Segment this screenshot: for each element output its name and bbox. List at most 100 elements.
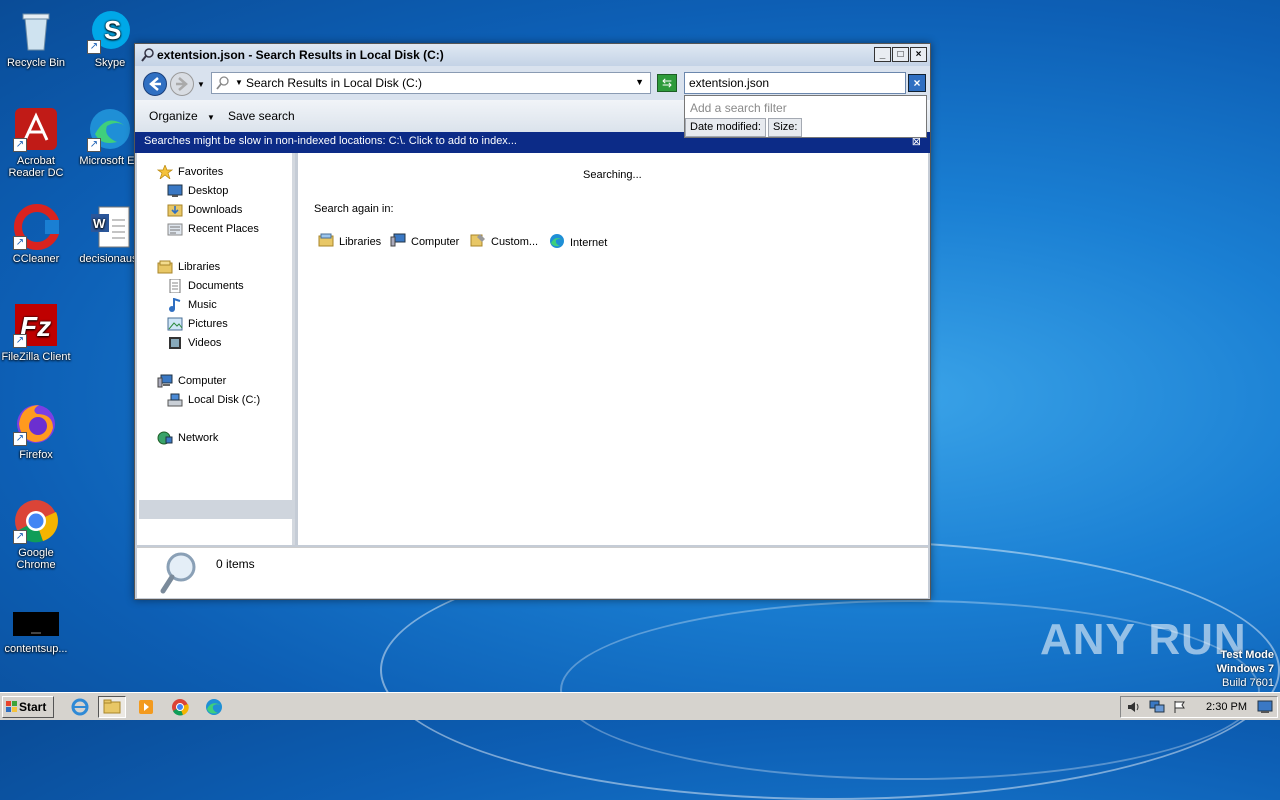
explorer-window: extentsion.json - Search Results in Loca… bbox=[134, 43, 931, 600]
details-pane: 0 items bbox=[137, 547, 928, 598]
music-icon bbox=[167, 297, 183, 312]
taskbar-media-player-button[interactable] bbox=[132, 696, 160, 718]
nav-item-computer[interactable]: Computer bbox=[157, 372, 226, 390]
videos-icon bbox=[167, 336, 183, 350]
desktop-icon-label: CCleaner bbox=[12, 253, 60, 265]
search-icon bbox=[141, 48, 155, 62]
desktop-icon-contentsup[interactable]: contentsup... bbox=[0, 608, 74, 655]
nav-item-label: Recent Places bbox=[188, 223, 259, 235]
taskbar: Start 2:30 PM bbox=[0, 692, 1280, 720]
save-search-button[interactable]: Save search bbox=[228, 109, 295, 123]
desktop-icon-firefox[interactable]: ↗ Firefox bbox=[0, 400, 74, 461]
watermark-line: Windows 7 bbox=[1216, 663, 1274, 675]
folder-icon bbox=[103, 699, 121, 714]
refresh-button[interactable]: ⇆ bbox=[657, 74, 677, 92]
network-tray-icon[interactable] bbox=[1149, 700, 1165, 717]
nav-item-label: Documents bbox=[188, 280, 244, 292]
shortcut-arrow-icon: ↗ bbox=[13, 236, 27, 250]
show-desktop-icon[interactable] bbox=[1257, 700, 1273, 717]
documents-icon bbox=[167, 278, 183, 294]
desktop-icon-chrome[interactable]: ↗ Google Chrome bbox=[0, 498, 74, 571]
organize-label: Organize bbox=[149, 109, 198, 123]
search-again-label: Search again in: bbox=[314, 203, 394, 215]
nav-item-desktop[interactable]: Desktop bbox=[167, 182, 228, 200]
back-arrow-icon bbox=[149, 77, 161, 91]
organize-button[interactable]: Organize ▼ bbox=[149, 109, 215, 123]
downloads-folder-icon bbox=[167, 203, 183, 217]
search-filter-hint: Add a search filter bbox=[690, 101, 787, 115]
search-again-label: Computer bbox=[411, 235, 460, 248]
computer-icon bbox=[390, 233, 406, 250]
nav-item-music[interactable]: Music bbox=[167, 296, 217, 314]
search-again-internet[interactable]: Internet bbox=[549, 233, 607, 252]
breadcrumb-chevron-icon[interactable]: ▼ bbox=[235, 78, 243, 87]
taskbar-chrome-button[interactable] bbox=[166, 696, 194, 718]
desktop-icon-recycle-bin[interactable]: Recycle Bin bbox=[0, 8, 74, 69]
back-button[interactable] bbox=[143, 72, 167, 96]
taskbar-edge-button[interactable] bbox=[200, 696, 228, 718]
action-center-flag-icon[interactable] bbox=[1173, 700, 1187, 717]
window-title: extentsion.json - Search Results in Loca… bbox=[157, 48, 444, 62]
volume-icon[interactable] bbox=[1127, 700, 1141, 717]
windows-logo-icon bbox=[6, 701, 18, 716]
pictures-icon bbox=[167, 317, 183, 331]
minimize-button[interactable]: _ bbox=[874, 47, 891, 62]
search-again-custom[interactable]: Custom... bbox=[470, 233, 538, 250]
nav-item-label: Libraries bbox=[178, 261, 221, 273]
taskbar-ie-button[interactable] bbox=[66, 696, 94, 718]
chrome-icon: ↗ bbox=[13, 498, 59, 544]
watermark-line: Test Mode bbox=[1220, 649, 1274, 661]
shortcut-arrow-icon: ↗ bbox=[13, 432, 27, 446]
close-button[interactable]: × bbox=[910, 47, 927, 62]
desktop-icon-label: contentsup... bbox=[4, 643, 68, 655]
start-label: Start bbox=[19, 700, 47, 714]
recent-places-icon bbox=[167, 222, 183, 236]
edge-icon: ↗ bbox=[87, 106, 133, 152]
internet-explorer-icon bbox=[71, 698, 89, 716]
title-bar[interactable]: extentsion.json - Search Results in Loca… bbox=[135, 44, 930, 66]
maximize-button[interactable]: □ bbox=[892, 47, 909, 62]
shortcut-arrow-icon: ↗ bbox=[13, 334, 27, 348]
nav-item-documents[interactable]: Documents bbox=[167, 277, 244, 295]
shortcut-arrow-icon: ↗ bbox=[13, 530, 27, 544]
nav-item-recent-places[interactable]: Recent Places bbox=[167, 220, 259, 238]
nav-item-libraries[interactable]: Libraries bbox=[157, 258, 220, 276]
address-dropdown-icon[interactable]: ▼ bbox=[635, 77, 644, 87]
clear-search-button[interactable]: × bbox=[908, 74, 926, 92]
search-again-libraries[interactable]: Libraries bbox=[318, 233, 381, 250]
edge-icon bbox=[549, 233, 565, 252]
filter-size[interactable]: Size: bbox=[768, 118, 803, 137]
navigation-pane: Favorites Desktop Downloads Recent Place… bbox=[137, 153, 295, 545]
svg-text:W: W bbox=[93, 216, 106, 231]
filter-date-modified[interactable]: Date modified: bbox=[685, 118, 766, 137]
refresh-icon: ⇆ bbox=[661, 76, 673, 90]
shortcut-arrow-icon: ↗ bbox=[87, 40, 101, 54]
search-again-computer[interactable]: Computer bbox=[390, 233, 459, 250]
forward-button[interactable] bbox=[170, 72, 194, 96]
word-doc-icon: W bbox=[87, 204, 133, 250]
desktop-icon-ccleaner[interactable]: ↗ CCleaner bbox=[0, 204, 74, 265]
address-field[interactable]: ▼ Search Results in Local Disk (C:) ▼ bbox=[211, 72, 651, 94]
network-icon bbox=[157, 431, 173, 445]
nav-item-pictures[interactable]: Pictures bbox=[167, 315, 228, 333]
recycle-bin-icon bbox=[13, 8, 59, 54]
nav-item-downloads[interactable]: Downloads bbox=[167, 201, 242, 219]
taskbar-explorer-button[interactable] bbox=[98, 696, 126, 718]
nav-item-local-disk[interactable]: Local Disk (C:) bbox=[167, 391, 260, 409]
start-button[interactable]: Start bbox=[2, 696, 54, 718]
libraries-icon bbox=[157, 260, 173, 274]
desktop-icon-label: Recycle Bin bbox=[6, 57, 66, 69]
nav-item-favorites[interactable]: Favorites bbox=[156, 163, 223, 181]
desktop-icon-filezilla[interactable]: Fz ↗ FileZilla Client bbox=[0, 302, 74, 363]
computer-icon bbox=[157, 374, 173, 388]
nav-item-videos[interactable]: Videos bbox=[167, 334, 221, 352]
nav-item-network[interactable]: Network bbox=[157, 429, 218, 447]
search-input[interactable]: extentsion.json bbox=[684, 72, 906, 94]
search-filter-dropdown: Add a search filter Date modified: Size: bbox=[684, 95, 927, 138]
desktop-icon-label: Google Chrome bbox=[16, 547, 56, 571]
recent-pages-chevron-icon[interactable]: ▼ bbox=[197, 80, 205, 89]
watermark-line: Build 7601 bbox=[1222, 677, 1274, 689]
clock[interactable]: 2:30 PM bbox=[1206, 701, 1247, 713]
desktop-icon-acrobat[interactable]: ↗ Acrobat Reader DC bbox=[0, 106, 74, 179]
media-player-icon bbox=[139, 700, 153, 714]
